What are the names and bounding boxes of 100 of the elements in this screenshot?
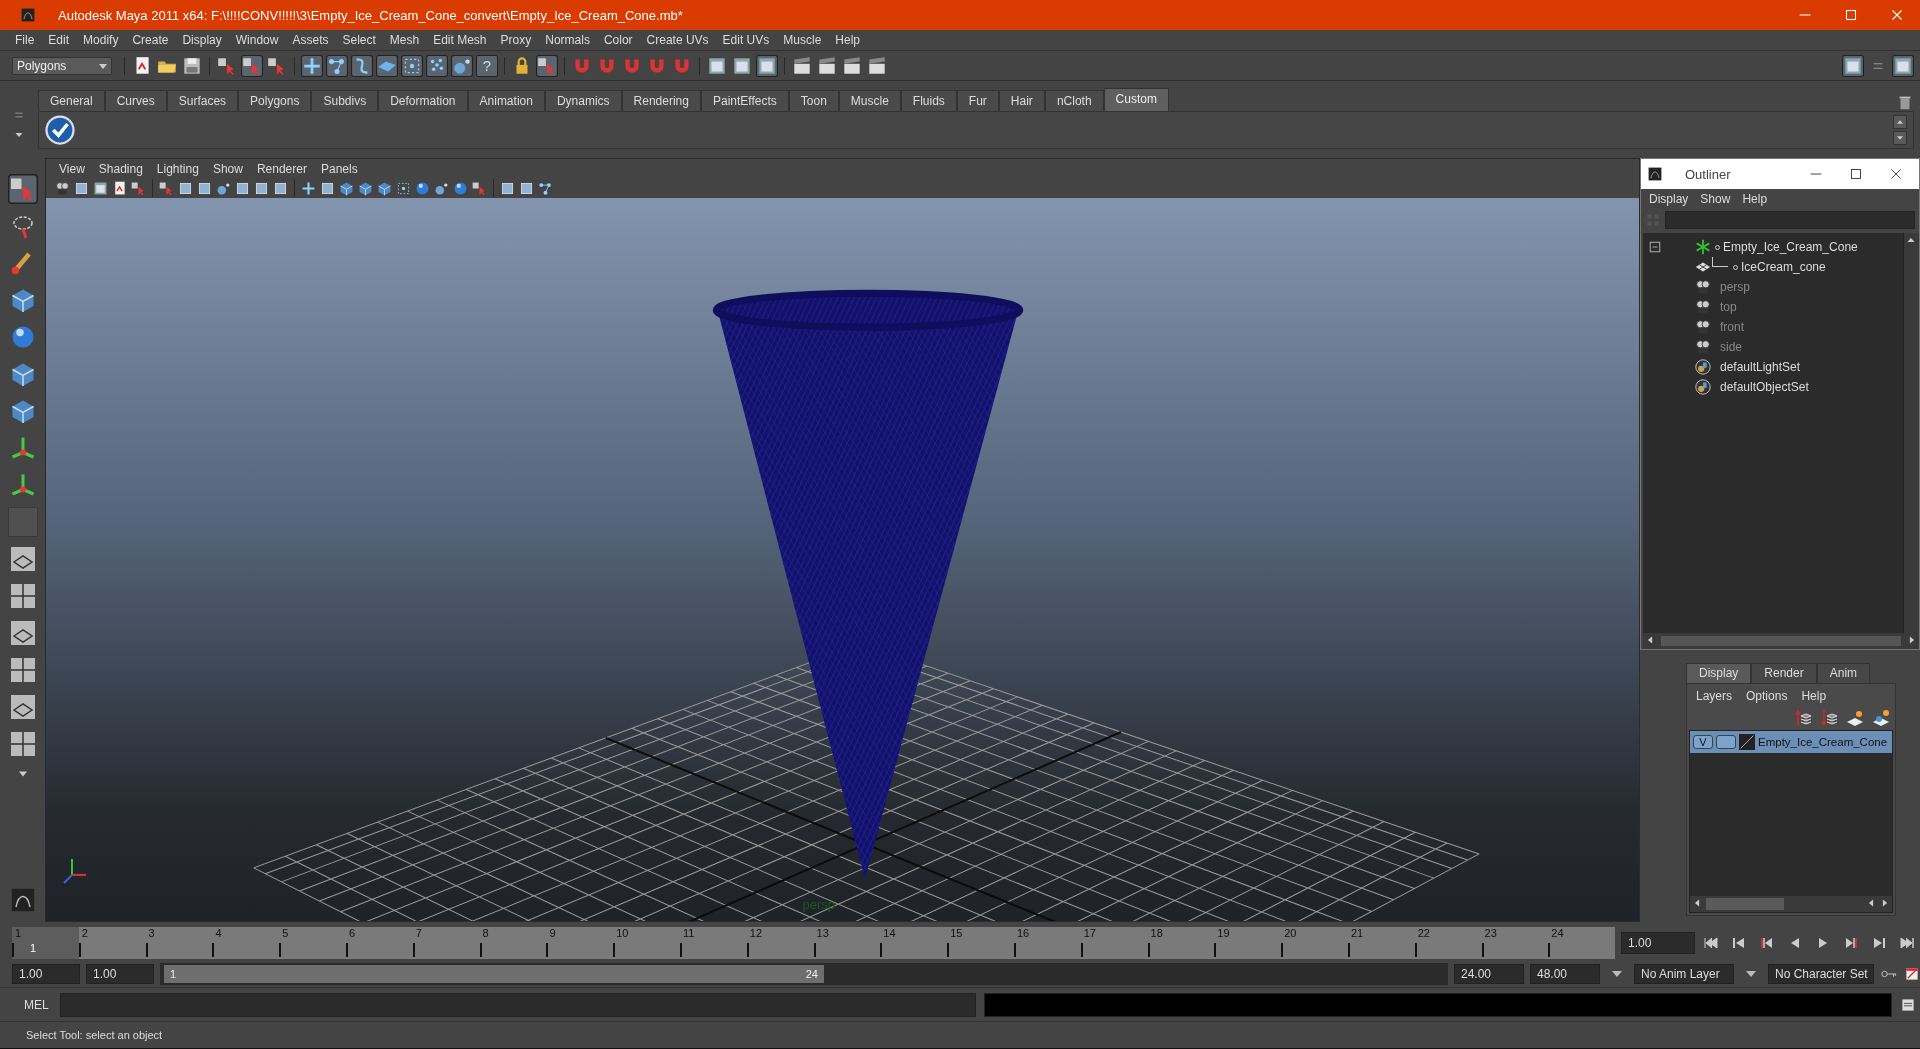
filter-field[interactable]: [1665, 211, 1915, 229]
menu-item[interactable]: Edit UVs: [715, 33, 777, 47]
scroll-up-icon[interactable]: [1893, 115, 1907, 129]
editor-tab[interactable]: Display: [1686, 663, 1752, 683]
menu-item[interactable]: Window: [228, 33, 286, 47]
menu-item[interactable]: Assets: [285, 33, 336, 47]
outliner-item[interactable]: Empty_Ice_Cream_Cone: [1723, 240, 1858, 254]
shelf-tab[interactable]: Subdivs: [311, 90, 379, 111]
playback-toggle[interactable]: [1716, 735, 1736, 749]
outliner-item[interactable]: front: [1720, 320, 1744, 334]
shelf-tab[interactable]: nCloth: [1044, 90, 1104, 111]
menu-item[interactable]: Select: [335, 33, 383, 47]
editor-tab[interactable]: Render: [1751, 663, 1817, 683]
panel-menu-item[interactable]: View: [52, 161, 92, 176]
shelf-tab[interactable]: Dynamics: [544, 90, 622, 111]
menu-item[interactable]: Show: [1694, 192, 1737, 206]
outliner-item[interactable]: persp: [1720, 280, 1751, 294]
help-button[interactable]: ?: [476, 54, 498, 77]
menu-item[interactable]: Proxy: [493, 33, 539, 47]
menu-item[interactable]: Edit Mesh: [426, 33, 494, 47]
menu-item[interactable]: Display: [1643, 192, 1695, 206]
mode-dropdown[interactable]: Polygons: [12, 56, 112, 75]
panel-icon[interactable]: [1892, 54, 1914, 77]
outliner-item[interactable]: side: [1720, 340, 1742, 354]
start-time-field[interactable]: 1.00: [12, 963, 80, 984]
menu-item[interactable]: Modify: [76, 33, 126, 47]
panel-icon[interactable]: [756, 54, 778, 77]
menu-item[interactable]: Create: [125, 33, 176, 47]
shelf-tab[interactable]: Deformation: [378, 90, 468, 111]
menu-item[interactable]: Edit: [41, 33, 77, 47]
playback-end-field[interactable]: 24.00: [1454, 963, 1524, 984]
command-language-label[interactable]: MEL: [14, 997, 52, 1012]
menu-item[interactable]: Help: [828, 33, 867, 47]
menu-item[interactable]: Options: [1739, 689, 1795, 703]
script-editor-icon[interactable]: [1900, 996, 1916, 1013]
preferences-icon[interactable]: [1904, 965, 1920, 982]
plus-icon[interactable]: [301, 54, 323, 77]
shelf-tab[interactable]: Muscle: [838, 90, 901, 111]
panel-icon[interactable]: [1842, 54, 1864, 77]
lattice-icon[interactable]: [401, 54, 423, 77]
move-layer-up-icon[interactable]: [1793, 708, 1813, 728]
shelf-tab[interactable]: Animation: [467, 90, 545, 111]
range-slider-bar[interactable]: 1 24: [164, 964, 824, 983]
panel-menu-item[interactable]: Renderer: [249, 161, 314, 176]
shelf-tab[interactable]: General: [38, 90, 105, 111]
menu-item[interactable]: File: [8, 33, 42, 47]
outliner-item[interactable]: top: [1720, 300, 1737, 314]
clapperboard-icon[interactable]: [866, 54, 888, 77]
visibility-toggle[interactable]: V: [1693, 735, 1713, 749]
menu-item[interactable]: Help: [1736, 192, 1774, 206]
scroll-down-icon[interactable]: [1893, 131, 1907, 145]
menu-item[interactable]: Help: [1794, 689, 1834, 703]
current-time-field[interactable]: 1.00: [1621, 931, 1695, 954]
clapperboard-icon[interactable]: [816, 54, 838, 77]
outliner-item[interactable]: IceCream_cone: [1741, 260, 1826, 274]
cursor-icon[interactable]: [241, 54, 263, 77]
menu-item[interactable]: Create UVs: [639, 33, 716, 47]
menu-item[interactable]: Mesh: [382, 33, 427, 47]
editor-tab[interactable]: Anim: [1816, 663, 1871, 683]
layer-color-swatch[interactable]: [1739, 734, 1755, 750]
cursor-icon[interactable]: [536, 54, 558, 77]
panel-menu-item[interactable]: Shading: [91, 161, 150, 176]
plane-icon[interactable]: [376, 54, 398, 77]
command-input[interactable]: [60, 992, 976, 1017]
collapse-icon[interactable]: [1647, 239, 1663, 255]
playback-start-field[interactable]: 1.00: [86, 963, 154, 984]
scrollbar-thumb[interactable]: [1706, 898, 1784, 910]
time-slider[interactable]: 1 2 3 4 5 6 7 8 9 10 11 12 13 14 15 16 17 18 19 20 21 22 23 24 1: [12, 926, 1615, 959]
menu-item[interactable]: Display: [175, 33, 229, 47]
panel-menu-item[interactable]: Panels: [313, 161, 365, 176]
anim-layer-dropdown[interactable]: No Anim Layer: [1634, 963, 1734, 984]
shelf-tab[interactable]: Polygons: [238, 90, 312, 111]
select-icon[interactable]: [7, 174, 38, 204]
shelf-tab[interactable]: Custom: [1103, 88, 1169, 111]
new-layer-icon[interactable]: [1845, 708, 1865, 728]
shelf-tab[interactable]: Toon: [788, 90, 839, 111]
character-set-dropdown[interactable]: No Character Set: [1768, 963, 1874, 984]
shelf-tab[interactable]: PaintEffects: [700, 90, 789, 111]
layer-row[interactable]: V Empty_Ice_Cream_Cone: [1690, 731, 1892, 753]
menu-item[interactable]: Color: [596, 33, 640, 47]
cone-mesh[interactable]: [712, 289, 1024, 879]
menu-item[interactable]: Layers: [1689, 689, 1740, 703]
end-time-field[interactable]: 48.00: [1530, 963, 1600, 984]
clapperboard-icon[interactable]: [791, 54, 813, 77]
caret-icon[interactable]: [1746, 970, 1756, 977]
shelf-tab[interactable]: Fur: [956, 90, 999, 111]
scrollbar[interactable]: [1661, 636, 1901, 646]
move-layer-down-icon[interactable]: [1819, 708, 1839, 728]
panel-menu-item[interactable]: Show: [205, 161, 250, 176]
menu-item[interactable]: Muscle: [776, 33, 829, 47]
shelf-tab[interactable]: Curves: [104, 90, 167, 111]
panel-menu-item[interactable]: Lighting: [149, 161, 206, 176]
shelf-tab[interactable]: Fluids: [900, 90, 957, 111]
checkmark-icon[interactable]: [45, 115, 75, 145]
shelf-tab[interactable]: Hair: [998, 90, 1045, 111]
outliner-item[interactable]: defaultLightSet: [1720, 360, 1801, 374]
shelf-tab[interactable]: Rendering: [621, 90, 701, 111]
nodes-icon[interactable]: [326, 54, 348, 77]
shelf-tab[interactable]: Surfaces: [166, 90, 239, 111]
outliner-item[interactable]: defaultObjectSet: [1720, 380, 1809, 394]
